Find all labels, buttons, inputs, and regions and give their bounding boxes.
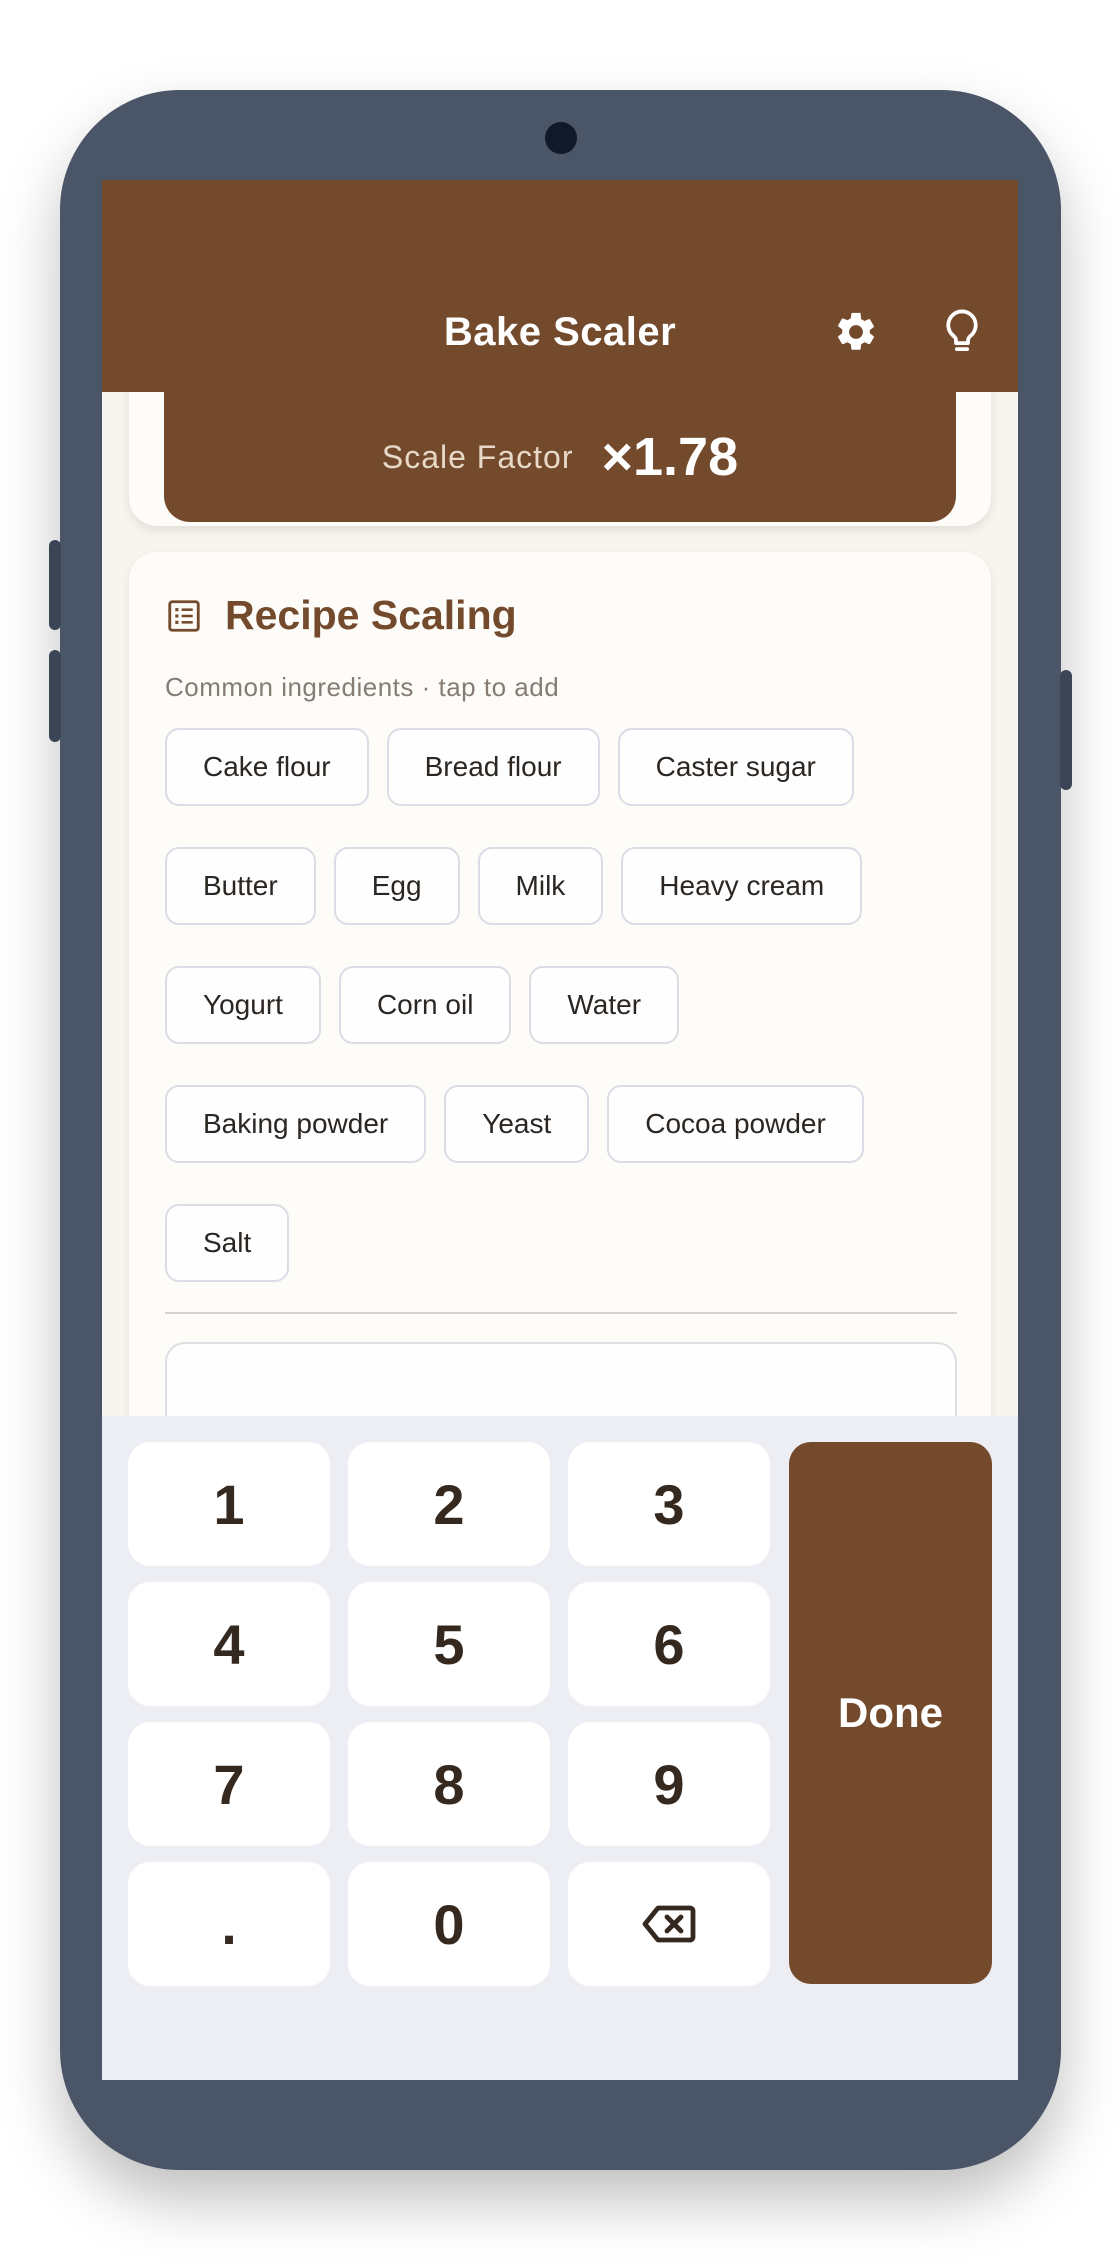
app-bar: Bake Scaler — [102, 180, 1018, 392]
chip-row: Baking powder Yeast Cocoa powder — [165, 1085, 965, 1163]
recipe-header: Recipe Scaling — [165, 592, 517, 639]
recipe-subtitle: Common ingredients · tap to add — [165, 672, 560, 702]
key-7[interactable]: 7 — [128, 1722, 330, 1846]
settings-button[interactable] — [832, 308, 880, 356]
power-button — [1060, 670, 1072, 790]
scale-factor-value: ×1.78 — [601, 427, 739, 487]
gear-icon — [838, 312, 874, 350]
key-1[interactable]: 1 — [128, 1442, 330, 1566]
ingredient-chip-egg[interactable]: Egg — [333, 847, 460, 925]
ingredient-chip-caster-sugar[interactable]: Caster sugar — [617, 728, 854, 806]
ingredient-chip-heavy-cream[interactable]: Heavy cream — [621, 847, 863, 925]
scale-factor-label: Scale Factor — [381, 438, 574, 475]
chip-row: Cake flour Bread flour Caster sugar — [165, 728, 965, 806]
recipe-scaling-card: Recipe Scaling Common ingredients · tap … — [129, 552, 991, 1552]
key-2[interactable]: 2 — [348, 1442, 550, 1566]
key-4[interactable]: 4 — [128, 1582, 330, 1706]
phone-frame: Bake Scaler Scale Factor ×1.78 Recipe Sc… — [49, 90, 1072, 2170]
ingredient-chip-water[interactable]: Water — [529, 966, 680, 1044]
key-8[interactable]: 8 — [348, 1722, 550, 1846]
camera-icon — [545, 122, 577, 154]
key-5[interactable]: 5 — [348, 1582, 550, 1706]
ingredient-chip-baking-powder[interactable]: Baking powder — [165, 1085, 427, 1163]
lightbulb-icon — [946, 309, 978, 352]
key-3[interactable]: 3 — [568, 1442, 770, 1566]
key-decimal[interactable]: . — [128, 1862, 330, 1986]
ingredient-chip-yeast[interactable]: Yeast — [444, 1085, 590, 1163]
chip-row: Butter Egg Milk Heavy cream — [165, 847, 965, 925]
screen: Bake Scaler Scale Factor ×1.78 Recipe Sc… — [102, 180, 1018, 2080]
ingredient-chip-bread-flour[interactable]: Bread flour — [386, 728, 600, 806]
numeric-keypad: 1 2 3 4 5 6 7 8 9 . 0 Done — [102, 1416, 1018, 2080]
key-6[interactable]: 6 — [568, 1582, 770, 1706]
ingredient-chip-yogurt[interactable]: Yogurt — [165, 966, 321, 1044]
volume-up-button — [49, 540, 61, 630]
ingredient-chip-milk[interactable]: Milk — [477, 847, 604, 925]
list-icon — [168, 599, 200, 632]
key-9[interactable]: 9 — [568, 1722, 770, 1846]
backspace-icon — [642, 1905, 696, 1943]
chip-row: Yogurt Corn oil Water — [165, 966, 965, 1044]
chip-row: Salt — [165, 1204, 965, 1282]
scale-factor-bar: Scale Factor ×1.78 — [164, 392, 956, 522]
app-title: Bake Scaler — [443, 310, 677, 354]
recipe-title: Recipe Scaling — [225, 592, 517, 638]
backspace-key[interactable] — [568, 1862, 770, 1986]
ingredient-chip-cocoa-powder[interactable]: Cocoa powder — [607, 1085, 864, 1163]
volume-down-button — [49, 650, 61, 742]
ingredient-chip-corn-oil[interactable]: Corn oil — [338, 966, 512, 1044]
ingredient-chip-salt[interactable]: Salt — [165, 1204, 290, 1282]
divider — [165, 1312, 957, 1314]
key-0[interactable]: 0 — [348, 1862, 550, 1986]
ingredient-chip-butter[interactable]: Butter — [165, 847, 316, 925]
tips-button[interactable] — [938, 308, 986, 356]
done-button[interactable]: Done — [789, 1442, 992, 1984]
ingredient-chip-cake-flour[interactable]: Cake flour — [165, 728, 369, 806]
ingredient-chips: Cake flour Bread flour Caster sugar Butt… — [165, 728, 965, 1323]
